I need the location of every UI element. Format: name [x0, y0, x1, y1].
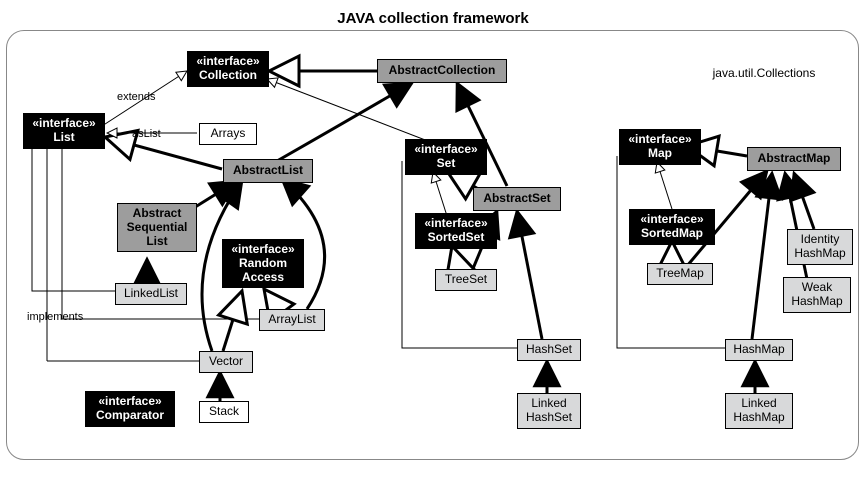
- node-linkedhashmap: Linked HashMap: [725, 393, 793, 429]
- node-sortedset: «interface» SortedSet: [415, 213, 497, 249]
- node-linkedhashset: Linked HashSet: [517, 393, 581, 429]
- label-aslist: asList: [132, 128, 161, 140]
- node-randomaccess: «interface» Random Access: [222, 239, 304, 288]
- node-identityhashmap: Identity HashMap: [787, 229, 853, 265]
- label-extends: extends: [117, 91, 156, 103]
- node-vector: Vector: [199, 351, 253, 373]
- node-abstractmap: AbstractMap: [747, 147, 841, 171]
- node-abstractseqlist: Abstract Sequential List: [117, 203, 197, 252]
- diagram-title: JAVA collection framework: [0, 10, 866, 27]
- node-abstractcollection: AbstractCollection: [377, 59, 507, 83]
- diagram-panel: extends asList implements «interface» Co…: [6, 30, 859, 460]
- node-hashmap: HashMap: [725, 339, 793, 361]
- node-sortedmap: «interface» SortedMap: [629, 209, 715, 245]
- node-abstractlist: AbstractList: [223, 159, 313, 183]
- node-abstractset: AbstractSet: [473, 187, 561, 211]
- node-hashset: HashSet: [517, 339, 581, 361]
- diagram-frame: JAVA collection framework: [0, 0, 866, 500]
- node-list: «interface» List: [23, 113, 105, 149]
- node-treeset: TreeSet: [435, 269, 497, 291]
- node-map: «interface» Map: [619, 129, 701, 165]
- node-stack: Stack: [199, 401, 249, 423]
- node-arraylist: ArrayList: [259, 309, 325, 331]
- node-linkedlist: LinkedList: [115, 283, 187, 305]
- node-collection: «interface» Collection: [187, 51, 269, 87]
- node-set: «interface» Set: [405, 139, 487, 175]
- node-arrays: Arrays: [199, 123, 257, 145]
- node-collections-util: java.util.Collections: [699, 63, 829, 85]
- label-implements: implements: [27, 311, 83, 323]
- node-weakhashmap: Weak HashMap: [783, 277, 851, 313]
- node-treemap: TreeMap: [647, 263, 713, 285]
- node-comparator: «interface» Comparator: [85, 391, 175, 427]
